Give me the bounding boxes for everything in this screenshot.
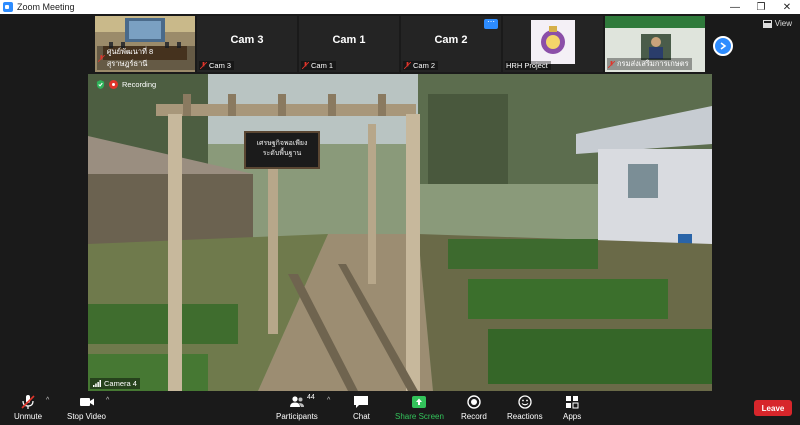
mic-muted-icon (98, 54, 105, 62)
shield-check-icon (96, 80, 105, 89)
reactions-label: Reactions (507, 412, 543, 421)
record-label: Record (461, 412, 487, 421)
next-page-button[interactable] (713, 36, 733, 56)
chat-button[interactable]: Chat (353, 395, 370, 421)
thumbnail-label: กรมส่งเสริมการเกษตร (607, 58, 692, 70)
zoom-logo-icon (3, 2, 13, 12)
thumbnail-cam1[interactable]: Cam 1 Cam 1 (299, 16, 399, 72)
thumbnail-label: Cam 2 (403, 61, 439, 70)
meeting-toolbar: Unmute ^ Stop Video ^ Participants 44 ^ … (0, 391, 800, 425)
participants-icon (289, 396, 304, 407)
thumbnail-doae[interactable]: กรมส่งเสริมการเกษตร (605, 16, 705, 72)
thumbnail-participant[interactable]: ศูนย์พัฒนาที่ 8 สุราษฎร์ธานี (95, 16, 195, 72)
stop-video-label: Stop Video (67, 412, 106, 421)
close-button[interactable]: ✕ (774, 0, 800, 14)
mic-muted-icon (21, 395, 35, 409)
chat-bubble-icon (354, 396, 369, 408)
active-speaker-video[interactable]: เศรษฐกิจพอเพียง ระดับพื้นฐาน Recording C… (88, 74, 712, 391)
more-options-icon[interactable]: ⋯ (484, 18, 498, 29)
gallery-strip: ศูนย์พัฒนาที่ 8 สุราษฎร์ธานี Cam 3 Cam 3… (0, 14, 800, 74)
thumbnail-label: HRH Project (505, 61, 551, 70)
participant-big-name: Cam 2 (434, 34, 468, 46)
apps-button[interactable]: Apps (563, 395, 581, 421)
mic-muted-icon (404, 62, 411, 69)
reactions-button[interactable]: Reactions (507, 395, 543, 421)
thumbnail-hrh-project[interactable]: HRH Project (503, 16, 603, 72)
participant-name: Cam 2 (413, 61, 436, 70)
signal-bars-icon (93, 380, 101, 387)
record-button[interactable]: Record (461, 395, 487, 421)
chevron-right-icon (720, 42, 727, 50)
smiley-icon (518, 395, 532, 409)
video-camera-icon (79, 398, 94, 406)
participant-name: HRH Project (506, 61, 548, 70)
thumbnail-label: Cam 1 (301, 61, 337, 70)
recording-indicator: Recording (96, 80, 156, 89)
record-icon (467, 395, 481, 409)
thumbnail-label: Cam 3 (199, 61, 235, 70)
chat-label: Chat (353, 412, 370, 421)
participant-name: Cam 3 (209, 61, 232, 70)
thumbnail-cam3[interactable]: Cam 3 Cam 3 (197, 16, 297, 72)
apps-grid-icon (566, 396, 579, 409)
sign-text-line2: ระดับพื้นฐาน (262, 150, 302, 157)
view-button[interactable]: View (762, 19, 792, 28)
share-screen-button[interactable]: Share Screen (395, 395, 444, 421)
title-bar: Zoom Meeting — ❐ ✕ (0, 0, 800, 14)
grid-view-icon (762, 19, 772, 28)
thumbnail-cam2[interactable]: Cam 2 ⋯ Cam 2 (401, 16, 501, 72)
restore-button[interactable]: ❐ (748, 0, 774, 14)
unmute-button[interactable]: Unmute (14, 395, 42, 421)
participant-name: Cam 1 (311, 61, 334, 70)
record-dot-icon (109, 80, 118, 89)
thumbnail-label: ศูนย์พัฒนาที่ 8 สุราษฎร์ธานี (97, 46, 195, 70)
window-title: Zoom Meeting (17, 2, 75, 12)
camera-name: Camera 4 (104, 379, 137, 388)
participant-name: ศูนย์พัฒนาที่ 8 สุราษฎร์ธานี (106, 47, 154, 68)
participants-count: 44 (307, 394, 315, 401)
leave-button[interactable]: Leave (754, 400, 792, 416)
garden-sign: เศรษฐกิจพอเพียง ระดับพื้นฐาน (244, 131, 320, 169)
unmute-label: Unmute (14, 412, 43, 421)
participant-big-name: Cam 1 (332, 34, 366, 46)
apps-label: Apps (563, 412, 582, 421)
participants-label: Participants (276, 412, 318, 421)
mic-muted-icon (200, 62, 207, 69)
mic-muted-icon (608, 60, 615, 68)
share-screen-icon (412, 396, 427, 408)
recording-label: Recording (122, 80, 157, 89)
participant-big-name: Cam 3 (230, 34, 264, 46)
active-speaker-label: Camera 4 (90, 378, 140, 389)
share-screen-label: Share Screen (395, 412, 444, 421)
minimize-button[interactable]: — (722, 0, 748, 14)
participant-name: กรมส่งเสริมการเกษตร (617, 59, 689, 68)
sign-text-line1: เศรษฐกิจพอเพียง (256, 140, 308, 147)
stop-video-button[interactable]: Stop Video (67, 395, 106, 421)
view-label: View (774, 19, 792, 28)
mic-muted-icon (302, 62, 309, 69)
garden-scene (88, 74, 712, 391)
